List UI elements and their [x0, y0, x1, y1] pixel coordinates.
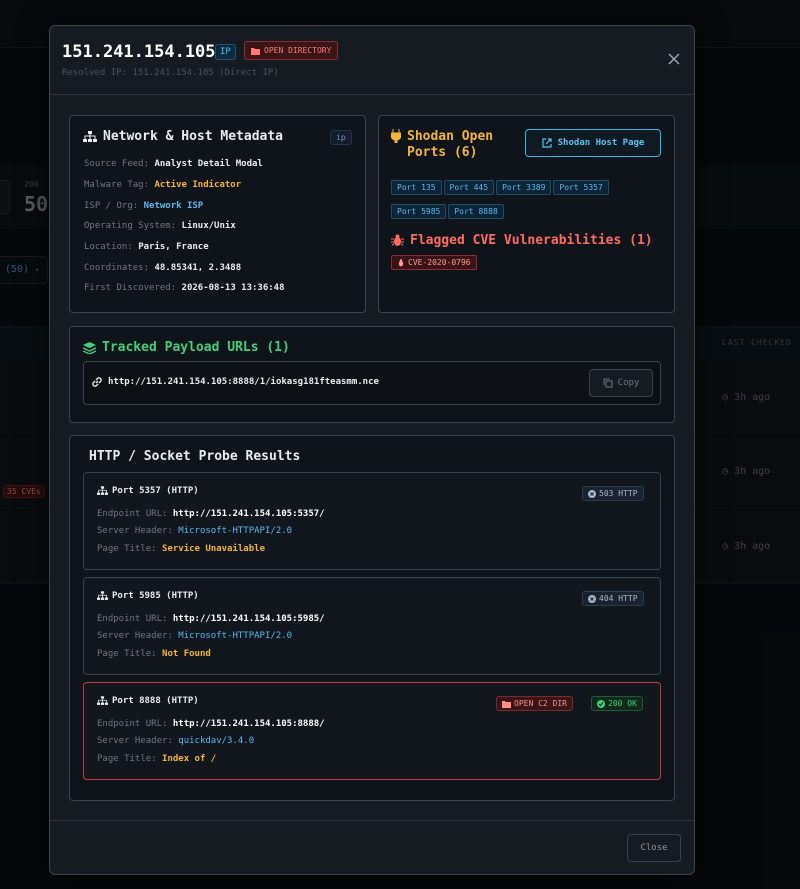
- probe-result-item: Port 8888 (HTTP) OPEN C2 DIR 200 OK Endp…: [83, 682, 661, 780]
- probe-endpoint: Endpoint URL: http://151.241.154.105:535…: [97, 509, 325, 519]
- close-icon[interactable]: [667, 52, 681, 66]
- field-coordinates: Coordinates: 48.85341, 2.3488: [84, 263, 242, 273]
- http-status-badge: 200 OK: [591, 696, 643, 711]
- probe-server-header: Server Header: Microsoft-HTTPAPI/2.0: [97, 631, 293, 641]
- modal-header: 151.241.154.105 IP OPEN DIRECTORY Resolv…: [50, 26, 694, 95]
- ip-type-badge: IP: [215, 44, 236, 60]
- plug-icon: [391, 129, 401, 143]
- cve-chip[interactable]: CVE-2020-0796: [391, 255, 477, 270]
- field-location: Location: Paris, France: [84, 242, 209, 252]
- x-circle-icon: [588, 594, 596, 603]
- shodan-host-page-button[interactable]: Shodan Host Page: [525, 129, 661, 157]
- field-isp-org: ISP / Org: Network ISP: [84, 201, 204, 211]
- probe-result-item: Port 5985 (HTTP) 404 HTTP Endpoint URL: …: [83, 577, 661, 675]
- probe-page-title: Page Title: Not Found: [97, 649, 211, 659]
- port-chip: Port 135: [391, 180, 442, 195]
- open-c2-dir-badge: OPEN C2 DIR: [496, 696, 573, 711]
- host-detail-modal: 151.241.154.105 IP OPEN DIRECTORY Resolv…: [49, 25, 695, 875]
- open-directory-badge: OPEN DIRECTORY: [244, 41, 339, 60]
- open-ports-list: Port 135 Port 445 Port 3389 Port 5357 Port 5…: [391, 175, 661, 223]
- probe-results-title: HTTP / Socket Probe Results: [89, 449, 301, 464]
- network-icon: [97, 486, 108, 495]
- probe-page-title: Page Title: Index of /: [97, 754, 217, 764]
- flagged-cve-title: Flagged CVE Vulnerabilities (1): [391, 233, 653, 248]
- bug-icon: [398, 258, 404, 266]
- probe-server-header: Server Header: quickdav/3.4.0: [97, 736, 255, 746]
- close-button[interactable]: Close: [627, 834, 681, 862]
- probe-page-title: Page Title: Service Unavailable: [97, 544, 265, 554]
- shodan-ports-title: Shodan Open Ports (6): [391, 129, 493, 161]
- modal-footer: Close: [50, 820, 694, 875]
- modal-title: 151.241.154.105: [62, 42, 216, 62]
- bug-icon: [391, 234, 404, 246]
- port-chip: Port 5357: [553, 180, 609, 195]
- probe-port-title: Port 8888 (HTTP): [97, 696, 199, 706]
- metadata-card: Network & Host Metadata ip Source Feed: …: [69, 115, 366, 313]
- network-icon: [97, 591, 108, 600]
- copy-url-button[interactable]: Copy: [589, 369, 653, 397]
- resolved-ip-subtitle: Resolved IP: 151.241.154.105 (Direct IP): [62, 68, 279, 78]
- payload-urls-card: Tracked Payload URLs (1) http://151.241.…: [69, 326, 675, 423]
- field-first-discovered: First Discovered: 2026-08-13 13:36:48: [84, 283, 285, 293]
- x-circle-icon: [588, 489, 596, 498]
- payload-url[interactable]: http://151.241.154.105:8888/1/iokasg181f…: [108, 377, 379, 387]
- metadata-type-tag: ip: [330, 130, 352, 145]
- network-icon: [83, 130, 97, 142]
- network-icon: [97, 696, 108, 705]
- payload-urls-title: Tracked Payload URLs (1): [83, 340, 290, 355]
- probe-server-header: Server Header: Microsoft-HTTPAPI/2.0: [97, 526, 293, 536]
- metadata-title: Network & Host Metadata: [83, 129, 283, 144]
- port-chip: Port 5985: [391, 204, 447, 219]
- probe-port-title: Port 5985 (HTTP): [97, 591, 199, 601]
- http-status-badge: 404 HTTP: [582, 591, 644, 606]
- link-icon: [92, 377, 102, 387]
- copy-icon: [603, 378, 613, 388]
- port-chip: Port 445: [443, 180, 495, 195]
- check-circle-icon: [597, 699, 605, 708]
- field-source-feed: Source Feed: Analyst Detail Modal: [84, 159, 263, 169]
- http-status-badge: 503 HTTP: [582, 486, 644, 501]
- probe-results-card: HTTP / Socket Probe Results Port 5357 (H…: [69, 435, 675, 801]
- field-malware-tag: Malware Tag: Active Indicator: [84, 180, 242, 190]
- folder-open-icon: [251, 47, 260, 55]
- probe-port-title: Port 5357 (HTTP): [97, 486, 199, 496]
- payload-url-row: http://151.241.154.105:8888/1/iokasg181f…: [83, 361, 661, 405]
- field-operating-system: Operating System: Linux/Unix: [84, 221, 236, 231]
- probe-endpoint: Endpoint URL: http://151.241.154.105:598…: [97, 614, 325, 624]
- probe-result-item: Port 5357 (HTTP) 503 HTTP Endpoint URL: …: [83, 472, 661, 570]
- shodan-card: Shodan Open Ports (6) Shodan Host Page Po…: [378, 115, 675, 313]
- external-link-icon: [542, 138, 552, 148]
- port-chip: Port 3389: [496, 180, 552, 195]
- probe-endpoint: Endpoint URL: http://151.241.154.105:888…: [97, 719, 325, 729]
- folder-open-icon: [502, 700, 511, 708]
- layers-icon: [83, 341, 96, 354]
- port-chip: Port 8888: [448, 204, 504, 219]
